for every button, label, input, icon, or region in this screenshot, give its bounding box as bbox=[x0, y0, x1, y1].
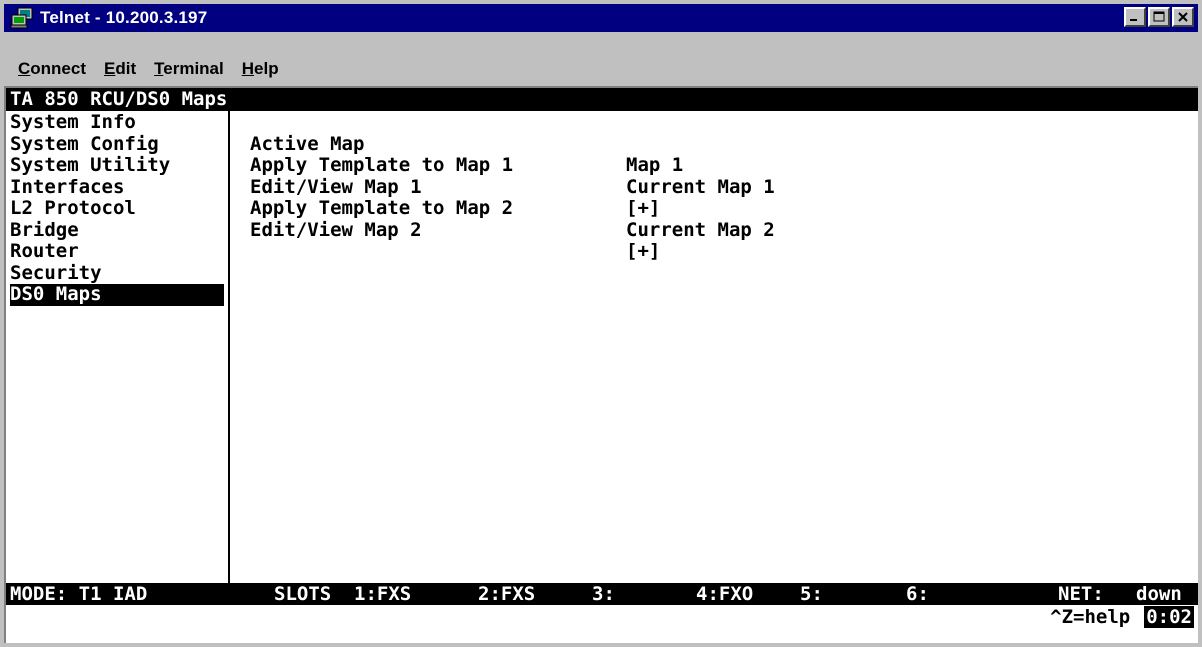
help-line: ^Z=help 0:02 bbox=[1050, 606, 1194, 628]
menu-item-interfaces[interactable]: Interfaces bbox=[10, 176, 224, 199]
slot-1-status: 1:FXS bbox=[354, 583, 412, 605]
minimize-icon bbox=[1130, 19, 1137, 21]
close-icon bbox=[1178, 12, 1188, 22]
menu-connect-accel: C bbox=[18, 59, 31, 78]
setting-row-edit-view-map1[interactable]: Edit/View Map 1 [+] bbox=[250, 155, 1190, 219]
menu-edit[interactable]: Edit bbox=[95, 59, 145, 79]
setting-row-edit-view-map2[interactable]: Edit/View Map 2 [+] bbox=[250, 198, 1190, 262]
menu-help-label: elp bbox=[254, 59, 279, 78]
slot-5-status: 5: bbox=[800, 583, 823, 605]
menu-item-security[interactable]: Security bbox=[10, 262, 224, 285]
slot-6-status: 6: bbox=[906, 583, 929, 605]
left-menu: System Info System Config System Utility… bbox=[10, 111, 224, 306]
mode-status: MODE: T1 IAD bbox=[10, 583, 148, 605]
menu-edit-label: dit bbox=[115, 59, 137, 78]
telnet-window: Telnet - 10.200.3.197 Connect Edit Termi… bbox=[0, 0, 1202, 647]
menu-edit-accel: E bbox=[104, 59, 116, 78]
session-clock: 0:02 bbox=[1144, 606, 1194, 628]
menu-connect-label: onnect bbox=[30, 59, 87, 78]
slots-label: SLOTS bbox=[274, 583, 332, 605]
slot-2-status: 2:FXS bbox=[478, 583, 536, 605]
menu-terminal[interactable]: Terminal bbox=[145, 59, 233, 79]
menu-help-accel: H bbox=[241, 59, 255, 78]
setting-value[interactable]: Current Map 2 bbox=[626, 219, 775, 242]
setting-label: Edit/View Map 2 bbox=[250, 218, 422, 241]
menu-item-l2-protocol[interactable]: L2 Protocol bbox=[10, 197, 224, 220]
menu-item-system-info[interactable]: System Info bbox=[10, 111, 224, 134]
menu-item-system-config[interactable]: System Config bbox=[10, 133, 224, 156]
menu-connect[interactable]: Connect bbox=[4, 59, 95, 79]
menu-help[interactable]: Help bbox=[233, 59, 288, 79]
menu-item-ds0-maps[interactable]: DS0 Maps bbox=[10, 283, 224, 306]
title-bar[interactable]: Telnet - 10.200.3.197 bbox=[4, 4, 1198, 32]
maximize-icon bbox=[1153, 11, 1165, 22]
menu-item-router[interactable]: Router bbox=[10, 240, 224, 263]
window-title: Telnet - 10.200.3.197 bbox=[40, 8, 208, 27]
help-hint: ^Z=help bbox=[1050, 606, 1131, 628]
net-label: NET: bbox=[1058, 583, 1104, 605]
close-button[interactable] bbox=[1172, 7, 1194, 27]
terminal-screen[interactable]: TA 850 RCU/DS0 Maps System Info System C… bbox=[4, 86, 1198, 643]
net-status: down bbox=[1136, 583, 1182, 605]
menu-terminal-accel: T bbox=[154, 59, 164, 78]
terminal-header-text: TA 850 RCU/DS0 Maps bbox=[10, 88, 228, 110]
slot-4-status: 4:FXO bbox=[696, 583, 754, 605]
setting-row-apply-template-map1[interactable]: Apply Template to Map 1 Current Map 1 bbox=[250, 134, 1190, 197]
window-controls bbox=[1122, 7, 1194, 27]
pane-divider bbox=[228, 111, 230, 583]
menu-item-system-utility[interactable]: System Utility bbox=[10, 154, 224, 177]
minimize-button[interactable] bbox=[1124, 7, 1146, 27]
status-bar: MODE: T1 IAD SLOTS 1:FXS 2:FXS 3: 4:FXO … bbox=[6, 583, 1198, 605]
maximize-button[interactable] bbox=[1148, 7, 1170, 27]
menu-terminal-label: erminal bbox=[163, 59, 224, 78]
terminal-header: TA 850 RCU/DS0 Maps bbox=[6, 88, 1198, 111]
telnet-computer-icon[interactable] bbox=[10, 7, 34, 29]
slot-3-status: 3: bbox=[592, 583, 615, 605]
menu-bar: Connect Edit Terminal Help bbox=[4, 52, 1198, 86]
expand-submenu[interactable]: [+] bbox=[626, 240, 660, 263]
setting-row-apply-template-map2[interactable]: Apply Template to Map 2 Current Map 2 bbox=[250, 177, 1190, 240]
menu-item-bridge[interactable]: Bridge bbox=[10, 219, 224, 242]
ds0-maps-panel: Active Map Map 1 Apply Template to Map 1… bbox=[250, 112, 1190, 262]
setting-row-active-map[interactable]: Active Map Map 1 bbox=[250, 112, 1190, 176]
